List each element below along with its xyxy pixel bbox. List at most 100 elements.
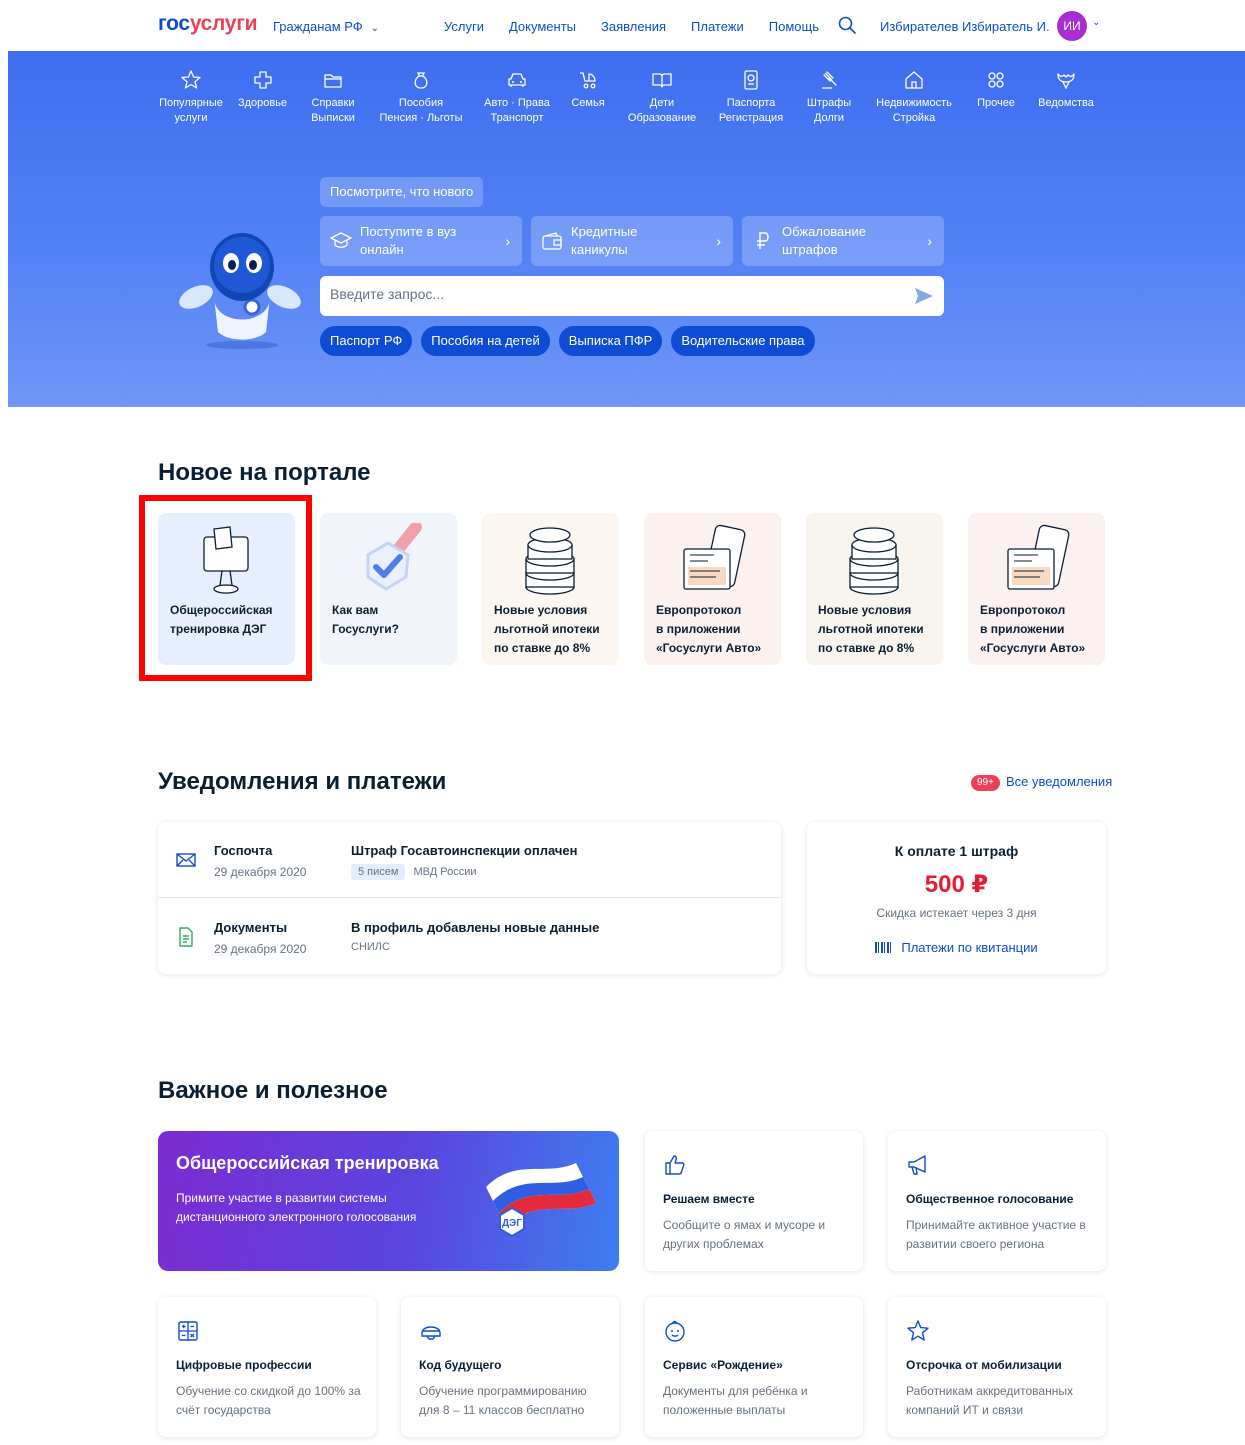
stroller-icon <box>580 72 596 89</box>
coins-icon <box>525 527 575 595</box>
promo-credit-holidays[interactable]: Кредитные каникулы › <box>531 216 733 266</box>
news-card-feedback[interactable]: Как вам Госуслуги? <box>320 513 457 665</box>
notification-count-badge: 99+ <box>971 774 1000 791</box>
useful-card-future-code[interactable]: Код будущего Обучение программированию д… <box>401 1297 619 1437</box>
chevron-down-icon: ⌄ <box>370 23 380 34</box>
nav-services[interactable]: Услуги <box>444 19 484 34</box>
nav-applications[interactable]: Заявления <box>601 19 666 34</box>
notification-row[interactable]: Госпочта 29 декабря 2020 Штраф Госавтоин… <box>158 822 781 898</box>
phone-document-icon <box>683 524 746 590</box>
phone-document-icon <box>1007 524 1070 590</box>
category-popular[interactable]: Популярные услуги <box>158 69 224 126</box>
hero-section: Популярные услуги Здоровье Справки Выпис… <box>8 51 1245 407</box>
main-nav: Услуги Документы Заявления Платежи Помощ… <box>444 19 819 34</box>
nav-payments[interactable]: Платежи <box>691 19 744 34</box>
region-selector[interactable]: Гражданам РФ ⌄ <box>273 19 379 34</box>
search-field <box>320 276 944 316</box>
search-icon[interactable] <box>838 16 856 34</box>
passport-icon <box>744 70 758 90</box>
category-auto[interactable]: Авто · Права Транспорт <box>477 69 557 126</box>
site-header: госуслуги Гражданам РФ ⌄ Услуги Документы… <box>0 0 1245 51</box>
user-name[interactable]: Избирателев Избиратель И. <box>880 19 1050 34</box>
notifications-card: Госпочта 29 декабря 2020 Штраф Госавтоин… <box>158 822 781 974</box>
envelope-icon <box>176 853 196 867</box>
promo-list: Поступите в вуз онлайн › Кредитные каник… <box>320 216 944 266</box>
star-outline-icon <box>907 1320 929 1341</box>
category-other[interactable]: Прочее <box>967 69 1025 126</box>
car-icon <box>508 73 526 87</box>
chip-child-benefits[interactable]: Пособия на детей <box>421 326 550 356</box>
chevron-right-icon: › <box>927 233 932 249</box>
quick-chips: Паспорт РФ Пособия на детей Выписка ПФР … <box>320 326 815 356</box>
coins-icon <box>849 527 899 595</box>
calculator-icon <box>178 1321 198 1341</box>
baby-face-icon <box>665 1320 685 1342</box>
news-card-europrotocol-2[interactable]: Европротокол в приложении «Госуслуги Авт… <box>968 513 1105 665</box>
notification-row[interactable]: Документы 29 декабря 2020 В профиль доба… <box>158 899 781 975</box>
news-card-mortgage-2[interactable]: Новые условия льготной ипотеки по ставке… <box>806 513 943 665</box>
gosuslugi-logo[interactable]: госуслуги <box>158 12 258 36</box>
category-passports[interactable]: Паспорта Регистрация <box>705 69 797 126</box>
medical-cross-icon <box>253 71 272 89</box>
money-bag-icon <box>414 72 428 89</box>
payment-amount: 500 ₽ <box>924 871 989 898</box>
book-icon <box>652 73 672 88</box>
emblem-icon <box>1057 73 1075 90</box>
star-icon <box>181 70 201 89</box>
nav-documents[interactable]: Документы <box>509 19 576 34</box>
nav-help[interactable]: Помощь <box>769 19 819 34</box>
useful-card-public-voting[interactable]: Общественное голосование Принимайте акти… <box>888 1131 1106 1271</box>
category-children[interactable]: Дети Образование <box>619 69 705 126</box>
chip-driver-license[interactable]: Водительские права <box>671 326 815 356</box>
notifications-title: Уведомления и платежи <box>158 768 447 795</box>
category-family[interactable]: Семья <box>557 69 619 126</box>
robot-mascot-icon <box>179 233 301 349</box>
category-realty[interactable]: Недвижимость Стройка <box>861 69 967 126</box>
category-fines[interactable]: Штрафы Долги <box>797 69 861 126</box>
payment-card: К оплате 1 штраф 500 ₽ Скидка истекает ч… <box>807 822 1106 974</box>
category-benefits[interactable]: Пособия Пенсия · Льготы <box>365 69 477 126</box>
megaphone-icon <box>908 1155 926 1175</box>
payment-title: К оплате 1 штраф <box>894 843 1019 859</box>
ruble-icon <box>757 232 769 249</box>
letters-count-tag: 5 писем <box>351 864 406 880</box>
discount-note: Скидка истекает через 3 дня <box>876 906 1037 920</box>
all-notifications-link[interactable]: 99+ Все уведомления <box>971 774 1112 791</box>
grid-icon <box>988 72 1004 88</box>
useful-card-birth-service[interactable]: Сервис «Рождение» Документы для ребёнка … <box>645 1297 863 1437</box>
helmet-icon <box>421 1326 441 1340</box>
search-input[interactable] <box>330 286 890 302</box>
news-title: Новое на портале <box>158 459 371 486</box>
wallet-icon <box>542 232 562 250</box>
deg-training-banner[interactable]: Общероссийская тренировка Примите участи… <box>158 1131 619 1271</box>
useful-card-digital-professions[interactable]: Цифровые профессии Обучение со скидкой д… <box>158 1297 376 1437</box>
category-agencies[interactable]: Ведомства <box>1025 69 1107 126</box>
graduation-cap-icon <box>330 232 352 248</box>
useful-title: Важное и полезное <box>158 1077 388 1104</box>
promo-university[interactable]: Поступите в вуз онлайн › <box>320 216 522 266</box>
receipt-payments-link[interactable]: Платежи по квитанции <box>807 940 1106 955</box>
thumbs-up-icon <box>665 1155 685 1175</box>
promo-fine-appeal[interactable]: Обжалование штрафов › <box>742 216 944 266</box>
avatar[interactable]: ИИ <box>1057 11 1087 41</box>
barcode-icon <box>875 942 894 953</box>
highlight-frame <box>139 495 312 681</box>
category-health[interactable]: Здоровье <box>224 69 301 126</box>
chip-passport[interactable]: Паспорт РФ <box>320 326 413 356</box>
chevron-right-icon: › <box>505 233 510 249</box>
gavel-icon <box>822 71 837 89</box>
send-arrow-icon[interactable] <box>914 287 934 305</box>
chevron-down-icon[interactable]: ⌄ <box>1092 17 1100 28</box>
category-bar: Популярные услуги Здоровье Справки Выпис… <box>158 69 1107 126</box>
useful-card-decide-together[interactable]: Решаем вместе Сообщите о ямах и мусоре и… <box>645 1131 863 1271</box>
news-card-europrotocol[interactable]: Европротокол в приложении «Госуслуги Авт… <box>644 513 781 665</box>
shield-check-icon <box>366 523 422 591</box>
russian-flag-icon: ДЭГ <box>486 1163 596 1238</box>
whats-new-button[interactable]: Посмотрите, что нового <box>320 177 484 207</box>
house-icon <box>905 71 923 89</box>
news-card-mortgage[interactable]: Новые условия льготной ипотеки по ставке… <box>482 513 619 665</box>
document-icon <box>179 927 193 947</box>
useful-card-mobilization-deferral[interactable]: Отсрочка от мобилизации Работникам аккре… <box>888 1297 1106 1437</box>
category-certificates[interactable]: Справки Выписки <box>301 69 365 126</box>
chip-pfr-extract[interactable]: Выписка ПФР <box>558 326 663 356</box>
